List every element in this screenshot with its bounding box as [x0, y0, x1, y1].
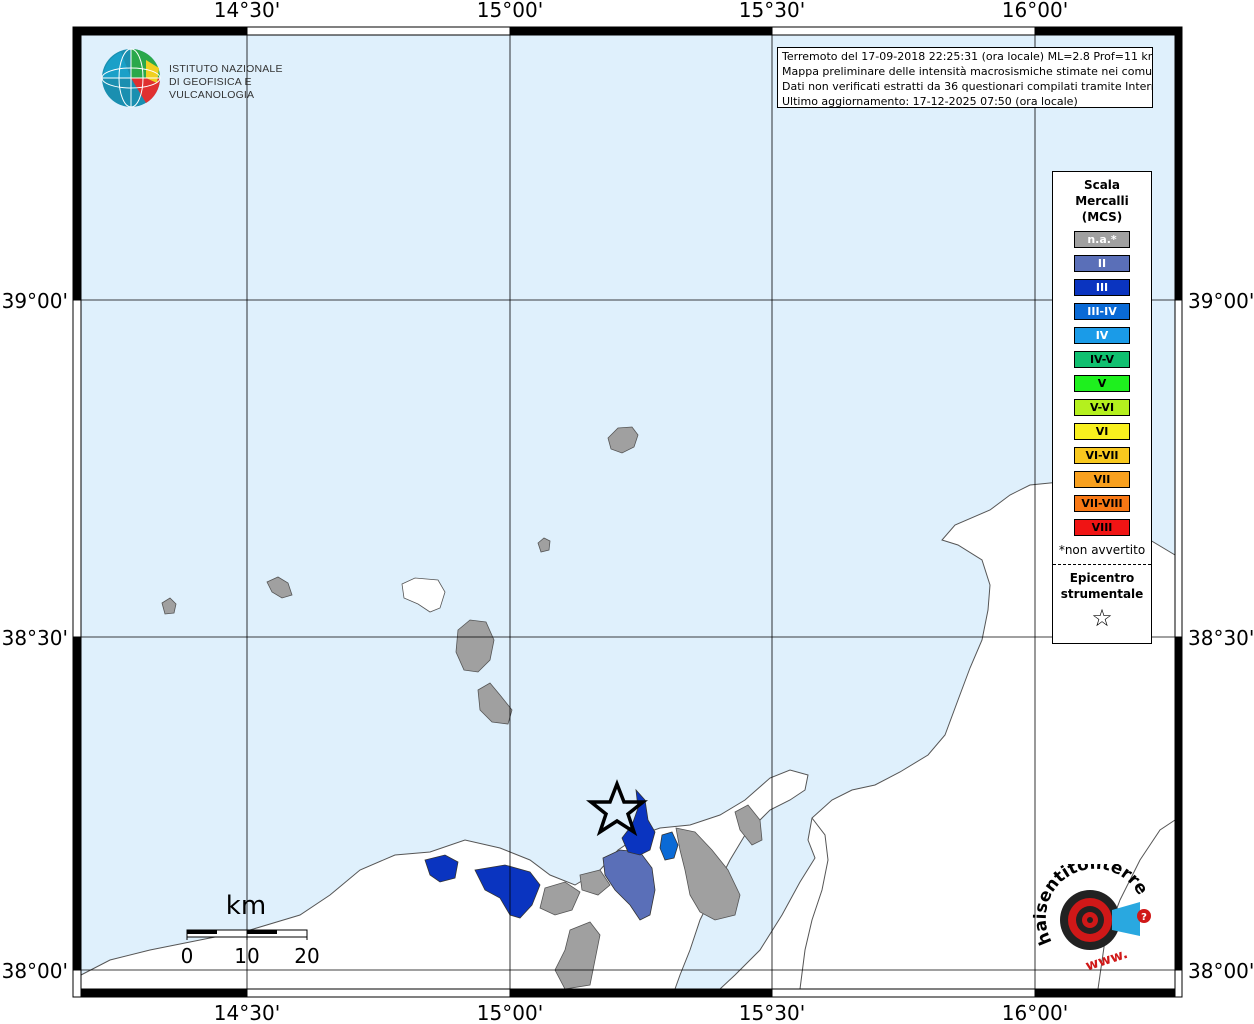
legend-divider: [1053, 564, 1151, 565]
globe-icon: [101, 48, 161, 108]
legend-items: n.a.* II III III-IV IV IV-V V V-VI VI VI-VII VII VI…: [1053, 231, 1151, 536]
lon-label-bottom: 16°00': [1002, 1001, 1068, 1024]
legend-swatch: n.a.*: [1074, 231, 1130, 248]
legend-swatch: V: [1074, 375, 1130, 392]
legend-swatch: VII-VIII: [1074, 495, 1130, 512]
scale-unit: km: [226, 891, 266, 921]
event-info-line: Terremoto del 17-09-2018 22:25:31 (ora l…: [782, 50, 1153, 63]
event-info-line: Mappa preliminare delle intensità macros…: [782, 65, 1153, 78]
legend-swatch: VIII: [1074, 519, 1130, 536]
event-info-box: Terremoto del 17-09-2018 22:25:31 (ora l…: [777, 47, 1153, 108]
lon-label-top: 16°00': [1002, 0, 1068, 22]
legend-title-line: (MCS): [1081, 210, 1123, 224]
lon-label-bottom: 15°30': [739, 1001, 805, 1024]
legend-swatch: III: [1074, 279, 1130, 296]
event-info-line: Ultimo aggiornamento: 17-12-2025 07:50 (…: [782, 95, 1078, 108]
logo-line1: ISTITUTO NAZIONALE: [169, 63, 283, 75]
legend-swatch: VI: [1074, 423, 1130, 440]
legend-swatch: V-VI: [1074, 399, 1130, 416]
legend-note: *non avvertito: [1058, 543, 1146, 557]
logo-text: ISTITUTO NAZIONALE DI GEOFISICA E VULCAN…: [169, 63, 331, 102]
lat-label-left: 38°30': [2, 626, 68, 650]
star-icon: ☆: [1091, 604, 1113, 632]
logo-line2: DI GEOFISICA E VULCANOLOGIA: [169, 76, 255, 101]
lat-label-left: 38°00': [2, 959, 68, 983]
legend-swatch: VII: [1074, 471, 1130, 488]
mcs-legend: Scala Mercalli (MCS) n.a.* II III III-IV IV I…: [1052, 171, 1152, 644]
lon-label-bottom: 15°00': [477, 1001, 543, 1024]
lon-label-top: 15°30': [739, 0, 805, 22]
svg-text:?: ?: [1141, 912, 1147, 923]
lon-label-bottom: 14°30': [214, 1001, 280, 1024]
scale-tick: 10: [234, 944, 259, 968]
legend-title-line: Mercalli: [1075, 194, 1129, 208]
legend-epicenter-line: Epicentro: [1069, 571, 1135, 585]
legend-swatch: II: [1074, 255, 1130, 272]
hst-logo-icon: haisentitoilterremoto.it ? www.: [1021, 849, 1152, 974]
lat-label-right: 38°00': [1188, 959, 1254, 983]
lat-label-left: 39°00': [2, 289, 68, 313]
hst-badge: haisentitoilterremoto.it ? www.: [1021, 849, 1160, 974]
scale-tick: 20: [294, 944, 319, 968]
legend-swatch: VI-VII: [1074, 447, 1130, 464]
ingv-logo: ISTITUTO NAZIONALE DI GEOFISICA E VULCAN…: [101, 48, 331, 108]
lon-label-top: 15°00': [477, 0, 543, 22]
lat-label-right: 39°00': [1188, 289, 1254, 313]
legend-swatch: IV-V: [1074, 351, 1130, 368]
legend-title-line: Scala: [1083, 178, 1121, 192]
legend-title: Scala Mercalli (MCS): [1053, 177, 1151, 225]
scale-tick: 0: [181, 944, 194, 968]
hst-prefix-text: www.: [1084, 946, 1130, 974]
legend-swatch: IV: [1074, 327, 1130, 344]
lon-label-top: 14°30': [214, 0, 280, 22]
lat-label-right: 38°30': [1188, 626, 1254, 650]
legend-epicenter-line: strumentale: [1060, 587, 1144, 601]
event-info-line: Dati non verificati estratti da 36 quest…: [782, 80, 1153, 93]
legend-swatch: III-IV: [1074, 303, 1130, 320]
legend-epicenter: Epicentro strumentale: [1053, 570, 1151, 602]
